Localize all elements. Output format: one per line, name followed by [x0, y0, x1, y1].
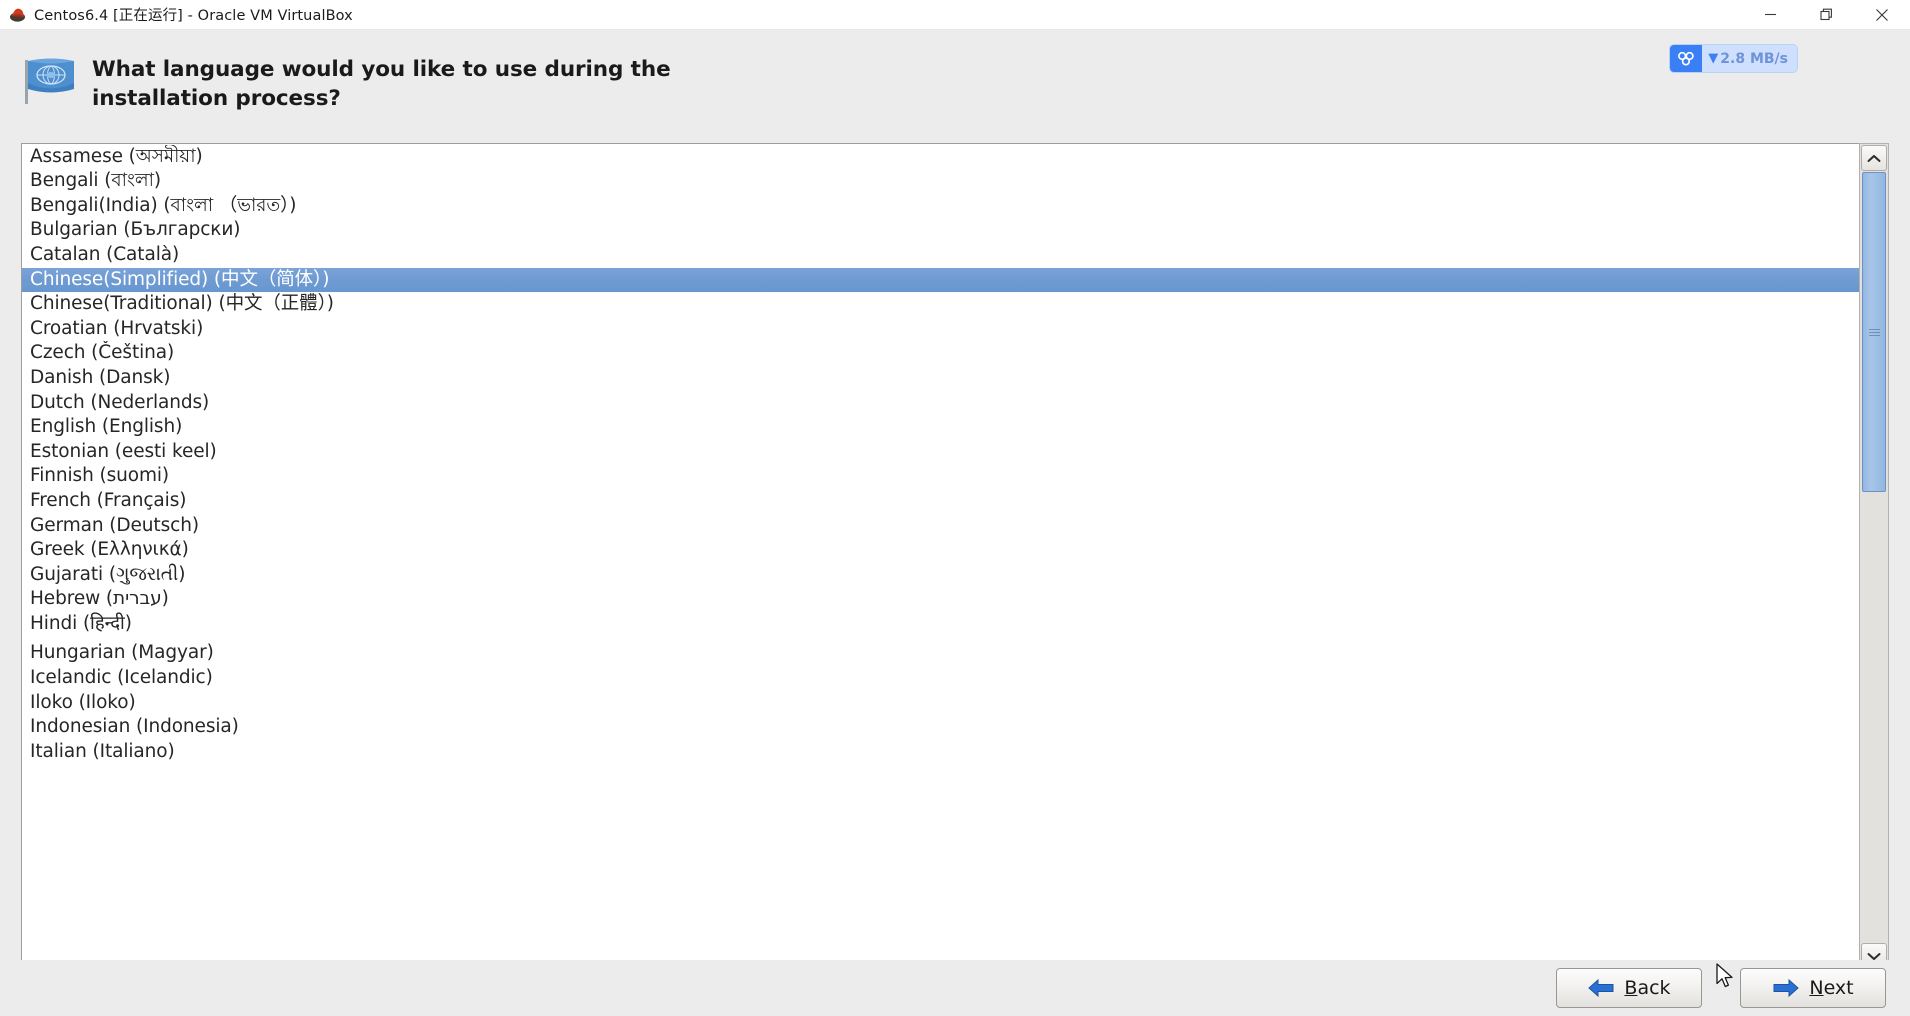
scroll-up-button[interactable]: [1861, 145, 1887, 171]
language-list-item[interactable]: Greek (Ελληνικά): [22, 538, 1859, 563]
network-speed-badge[interactable]: ▼ 2.8 MB/s: [1669, 44, 1798, 73]
restore-icon: [1819, 8, 1832, 21]
language-list-item[interactable]: French (Français): [22, 489, 1859, 514]
language-list-item[interactable]: Iloko (Iloko): [22, 691, 1859, 716]
un-flag-icon: [18, 50, 80, 110]
minimize-button[interactable]: [1742, 0, 1798, 30]
navigation-button-bar: Back Next: [0, 960, 1910, 1016]
language-list-item[interactable]: Indonesian (Indonesia): [22, 715, 1859, 740]
language-list-item[interactable]: Danish (Dansk): [22, 366, 1859, 391]
language-listbox[interactable]: Arabic (العربية)Assamese (অসমীয়া)Bengal…: [21, 143, 1859, 971]
window-controls: [1742, 0, 1910, 30]
language-list-item[interactable]: Bulgarian (Български): [22, 218, 1859, 243]
vm-guest-screen: What language would you like to use duri…: [0, 30, 1910, 1016]
language-list-item[interactable]: Gujarati (ગુજરાતી): [22, 563, 1859, 588]
language-list-item[interactable]: Italian (Italiano): [22, 740, 1859, 765]
language-list-scrollbar[interactable]: [1859, 143, 1889, 971]
next-button[interactable]: Next: [1740, 968, 1886, 1008]
arrow-right-icon: [1773, 978, 1800, 998]
download-arrow-icon: ▼: [1708, 51, 1719, 66]
network-speed-value: 2.8 MB/s: [1720, 50, 1788, 67]
language-list-item[interactable]: Chinese(Simplified) (中文（简体）): [22, 267, 1859, 293]
scrollbar-track[interactable]: [1860, 172, 1888, 942]
language-list-item[interactable]: Hungarian (Magyar): [22, 641, 1859, 666]
close-button[interactable]: [1854, 0, 1910, 30]
language-list-item[interactable]: Hindi (हिन्दी): [22, 612, 1859, 637]
language-list-item[interactable]: Icelandic (Icelandic): [22, 666, 1859, 691]
installer-header: What language would you like to use duri…: [0, 38, 1910, 130]
back-button[interactable]: Back: [1556, 968, 1702, 1008]
restore-button[interactable]: [1798, 0, 1854, 30]
language-list-item[interactable]: Catalan (Català): [22, 243, 1859, 268]
language-list-item[interactable]: English (English): [22, 415, 1859, 440]
language-list-item[interactable]: Czech (Čeština): [22, 341, 1859, 366]
language-list-item[interactable]: Estonian (eesti keel): [22, 440, 1859, 465]
language-list-item[interactable]: Bengali(India) (বাংলা （ভারত）): [22, 194, 1859, 219]
language-list-item[interactable]: Bengali (বাংলা): [22, 169, 1859, 194]
language-list-item[interactable]: Dutch (Nederlands): [22, 391, 1859, 416]
language-list-item[interactable]: Croatian (Hrvatski): [22, 317, 1859, 342]
network-speed-label: ▼ 2.8 MB/s: [1702, 51, 1797, 67]
window-titlebar: Centos6.4 [正在运行] - Oracle VM VirtualBox: [0, 0, 1910, 30]
next-button-label: Next: [1809, 977, 1854, 999]
close-icon: [1876, 8, 1888, 21]
virtualbox-icon: [9, 6, 26, 23]
window-title: Centos6.4 [正在运行] - Oracle VM VirtualBox: [34, 8, 353, 24]
chevron-up-icon: [1867, 154, 1881, 162]
language-list-item[interactable]: German (Deutsch): [22, 514, 1859, 539]
language-list-item[interactable]: Hebrew (עברית): [22, 587, 1859, 612]
back-button-label: Back: [1624, 977, 1671, 999]
language-list-item[interactable]: Chinese(Traditional) (中文（正體）): [22, 292, 1859, 317]
language-list: Arabic (العربية)Assamese (অসমীয়া)Bengal…: [22, 144, 1859, 765]
network-speed-icon: [1670, 45, 1703, 72]
page-title: What language would you like to use duri…: [92, 57, 671, 111]
scrollbar-thumb[interactable]: [1862, 172, 1886, 492]
arrow-left-icon: [1588, 978, 1614, 998]
language-list-item[interactable]: Assamese (অসমীয়া): [22, 145, 1859, 170]
scrollbar-grip-icon: [1868, 327, 1880, 338]
language-list-item[interactable]: Finnish (suomi): [22, 464, 1859, 489]
minimize-icon: [1764, 13, 1776, 16]
